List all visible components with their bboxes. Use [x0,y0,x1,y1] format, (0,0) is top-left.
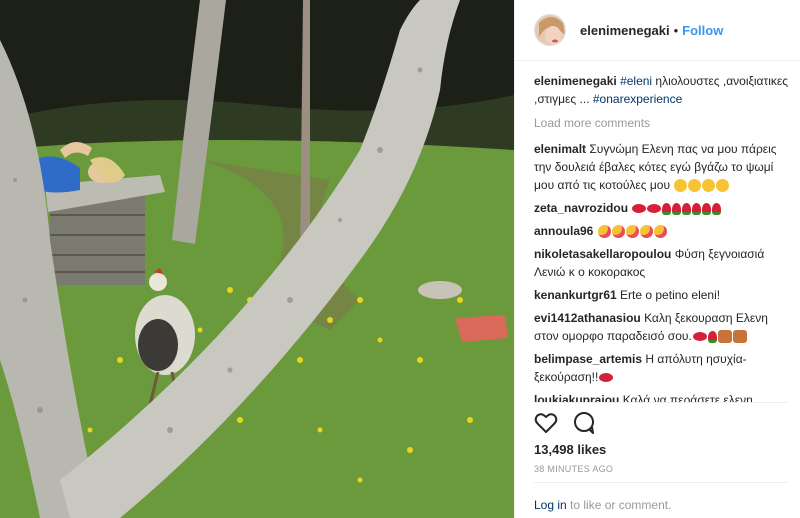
emoji-group [597,224,667,239]
comment: elenimalt Συγνώμη Ελενη πας να μου πάρει… [534,140,788,194]
emoji-icon [599,373,614,383]
caption-hashtag[interactable]: #eleni [620,74,652,88]
comment-text: Erte o petino eleni! [616,288,721,302]
login-link[interactable]: Log in [534,498,567,512]
comment-username[interactable]: zeta_navrozidou [534,201,628,215]
divider [534,402,788,403]
post-header: elenimenegaki • Follow [515,0,800,61]
emoji-group [673,178,730,193]
instagram-post: elenimenegaki • Follow elenimenegaki #el… [0,0,800,518]
emoji-icon [653,225,667,239]
emoji-icon [707,330,717,343]
comment-username[interactable]: nikoletasakellaropoulou [534,247,671,261]
emoji-icon [702,179,716,193]
comment: belimpase_artemis Η απόλυτη ησυχία-ξεκού… [534,350,788,386]
emoji-icon [692,202,702,215]
comment-username[interactable]: elenimalt [534,142,586,156]
comment-username[interactable]: loukiakupraiou [534,393,619,402]
emoji-icon [611,225,625,239]
caption-hashtag[interactable]: #onarexperience [593,92,682,106]
load-more-comments-button[interactable]: Load more comments [534,114,788,132]
garden-photo-illustration [0,0,514,518]
comment-icon[interactable] [572,411,596,435]
emoji-icon [702,202,712,215]
comment-text: Καλά να περάσετε ελενη [619,393,753,402]
post-timestamp[interactable]: 38 MINUTES AGO [534,464,613,474]
emoji-icon [662,202,672,215]
emoji-icon [688,179,702,193]
emoji-icon [692,332,707,342]
follow-button[interactable]: Follow [682,23,723,38]
action-bar [534,411,596,435]
post-side-panel: elenimenegaki • Follow elenimenegaki #el… [514,0,800,518]
comment: loukiakupraiou Καλά να περάσετε ελενη [534,391,788,402]
emoji-group [631,201,722,215]
comment: zeta_navrozidou [534,199,788,217]
emoji-icon [717,330,732,344]
caption: elenimenegaki #eleni ηλιολουστες ,ανοιξι… [534,72,788,108]
emoji-icon [712,202,722,215]
login-prompt-text: to like or comment. [566,498,672,512]
emoji-icon [597,225,611,239]
emoji-icon [732,330,747,344]
emoji-icon [639,225,653,239]
header-separator: • [673,22,679,38]
comment-username[interactable]: annoula96 [534,224,593,238]
emoji-group [598,370,614,384]
heart-icon[interactable] [534,411,558,435]
comments-list: elenimenegaki #eleni ηλιολουστες ,ανοιξι… [534,72,788,402]
comment: nikoletasakellaropoulou Φύση ξεγνοιασιά … [534,245,788,281]
emoji-icon [647,204,662,214]
emoji-icon [682,202,692,215]
avatar-image [535,15,565,45]
login-prompt: Log in to like or comment. [534,482,788,512]
caption-username[interactable]: elenimenegaki [534,74,617,88]
avatar[interactable] [534,14,566,46]
emoji-icon [625,225,639,239]
emoji-icon [632,204,647,214]
emoji-icon [716,179,730,193]
emoji-icon [674,179,688,193]
comment-username[interactable]: kenankurtgr61 [534,288,617,302]
likes-count[interactable]: 13,498 likes [534,442,606,457]
emoji-group [692,329,747,344]
comment: annoula96 [534,222,788,240]
post-photo[interactable] [0,0,514,518]
comment: kenankurtgr61 Erte o petino eleni! [534,286,788,304]
emoji-icon [672,202,682,215]
header-username[interactable]: elenimenegaki [580,23,670,38]
comment: evi1412athanasiou Καλη ξεκουραση Ελενη σ… [534,309,788,345]
comment-username[interactable]: belimpase_artemis [534,352,642,366]
comment-username[interactable]: evi1412athanasiou [534,311,641,325]
